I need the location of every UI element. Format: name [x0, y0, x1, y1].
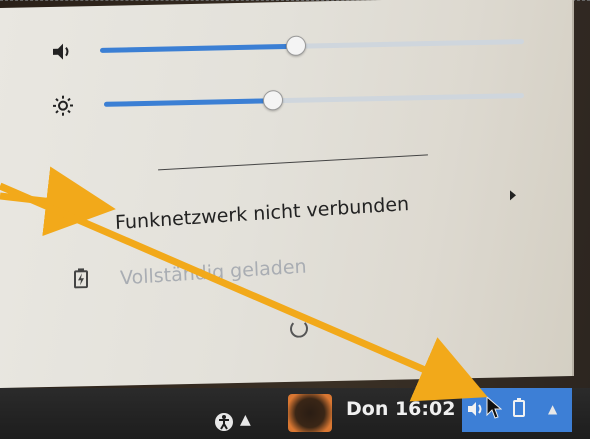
annotation-arrows: [0, 166, 488, 402]
arrow-to-tray: [0, 182, 488, 402]
screen-photo: Funknetzwerk nicht verbunden Vollständig…: [0, 0, 590, 439]
